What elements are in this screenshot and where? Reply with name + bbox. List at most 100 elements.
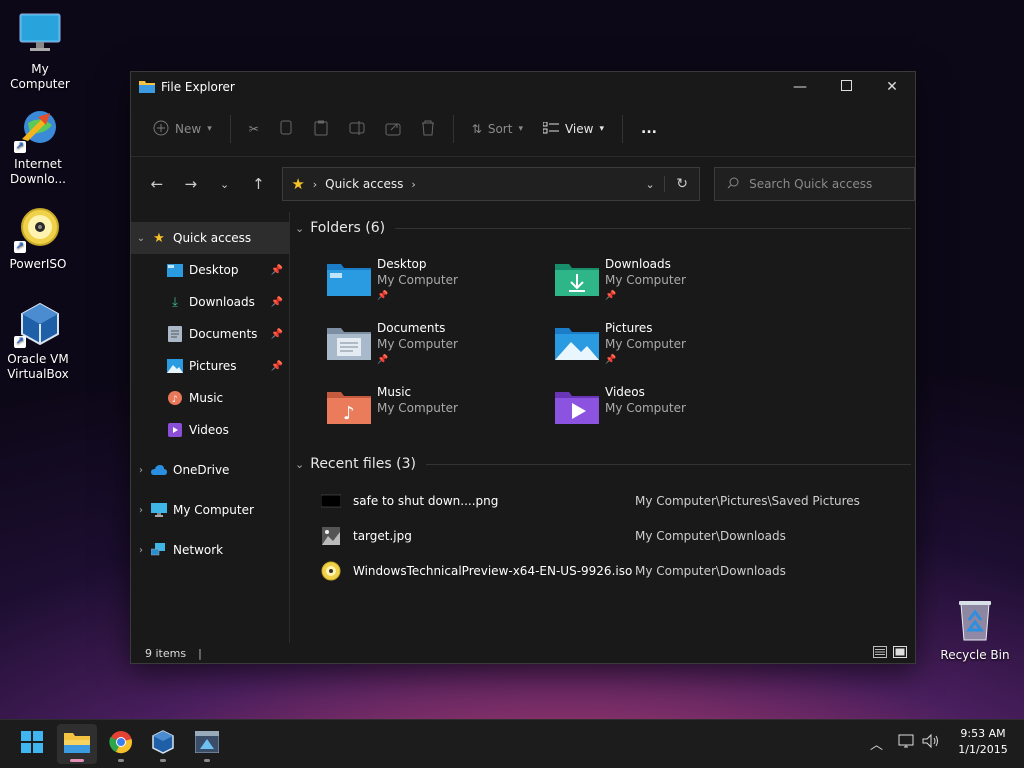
section-title: Recent files (3) bbox=[310, 456, 416, 472]
title-bar[interactable]: File Explorer — ✕ bbox=[131, 72, 915, 102]
minimize-icon: — bbox=[793, 79, 807, 95]
folder-tile-downloads[interactable]: Downloads My Computer 📌 bbox=[555, 256, 775, 312]
address-bar[interactable]: ★ › Quick access › ⌄ ↻ bbox=[282, 167, 701, 201]
nav-my-computer[interactable]: › My Computer bbox=[131, 494, 289, 526]
taskbar-virtualbox[interactable] bbox=[143, 724, 183, 764]
folder-tile-desktop[interactable]: Desktop My Computer 📌 bbox=[327, 256, 547, 312]
nav-music[interactable]: ♪ Music bbox=[131, 382, 289, 414]
search-input[interactable]: Search Quick access bbox=[714, 167, 915, 201]
folder-tile-documents[interactable]: Documents My Computer 📌 bbox=[327, 320, 547, 376]
disc-image-icon bbox=[321, 561, 341, 581]
clock[interactable]: 9:53 AM 1/1/2015 bbox=[950, 726, 1016, 758]
chevron-right-icon: › bbox=[139, 464, 143, 476]
close-button[interactable]: ✕ bbox=[869, 72, 915, 102]
music-icon: ♪ bbox=[167, 390, 183, 406]
pin-icon: 📌 bbox=[377, 291, 389, 301]
star-icon: ★ bbox=[291, 175, 305, 193]
cut-button[interactable]: ✂ bbox=[241, 112, 267, 146]
plus-circle-icon bbox=[153, 120, 169, 139]
share-button[interactable] bbox=[377, 112, 409, 146]
folder-name: Videos bbox=[605, 385, 645, 399]
minimize-button[interactable]: — bbox=[777, 72, 823, 102]
pin-icon: 📌 bbox=[605, 291, 617, 301]
view-button[interactable]: View ▾ bbox=[535, 112, 612, 146]
refresh-button[interactable]: ↻ bbox=[664, 176, 699, 192]
recent-files-section-header[interactable]: ⌄ Recent files (3) bbox=[295, 450, 913, 478]
chevron-down-icon: ▾ bbox=[599, 124, 604, 134]
svg-text:♪: ♪ bbox=[172, 395, 178, 405]
nav-label: Quick access bbox=[173, 231, 252, 245]
maximize-button[interactable] bbox=[823, 72, 869, 102]
pin-icon: 📌 bbox=[270, 264, 283, 276]
recent-locations-button[interactable]: ⌄ bbox=[209, 168, 241, 200]
taskbar-chrome[interactable] bbox=[101, 724, 141, 764]
monitor-icon bbox=[16, 10, 64, 58]
nav-label: My Computer bbox=[173, 503, 254, 517]
clipboard-icon bbox=[313, 120, 329, 139]
nav-label: Downloads bbox=[189, 295, 255, 309]
nav-network[interactable]: › Network bbox=[131, 534, 289, 566]
copy-icon bbox=[279, 120, 293, 139]
chevron-right-icon: › bbox=[139, 504, 143, 516]
desktop-icon-poweriso[interactable]: ↗ PowerISO bbox=[0, 205, 78, 272]
nav-videos[interactable]: Videos bbox=[131, 414, 289, 446]
recent-file-row[interactable]: WindowsTechnicalPreview-x64-EN-US-9926.i… bbox=[321, 554, 911, 588]
desktop-icon-virtualbox[interactable]: ↗ Oracle VM VirtualBox bbox=[0, 300, 78, 382]
folder-tile-pictures[interactable]: Pictures My Computer 📌 bbox=[555, 320, 775, 376]
address-dropdown-button[interactable]: ⌄ bbox=[636, 178, 664, 191]
nav-label: Pictures bbox=[189, 359, 237, 373]
folder-icon bbox=[64, 731, 90, 757]
more-options-button[interactable]: ... bbox=[633, 112, 665, 146]
running-indicator bbox=[160, 759, 166, 762]
folder-tile-music[interactable]: ♪ Music My Computer bbox=[327, 384, 547, 440]
details-view-button[interactable] bbox=[873, 645, 887, 661]
running-indicator bbox=[118, 759, 124, 762]
maximize-icon bbox=[840, 79, 852, 95]
breadcrumb-location[interactable]: Quick access bbox=[325, 177, 403, 191]
scissors-icon: ✂ bbox=[248, 122, 259, 136]
taskbar-file-explorer[interactable] bbox=[57, 724, 97, 764]
nav-desktop[interactable]: Desktop 📌 bbox=[131, 254, 289, 286]
start-button[interactable] bbox=[12, 724, 52, 764]
back-button[interactable]: ← bbox=[141, 168, 173, 200]
clock-time: 9:53 AM bbox=[960, 727, 1006, 740]
star-icon: ★ bbox=[153, 230, 165, 246]
desktop-icon-recycle-bin[interactable]: Recycle Bin bbox=[935, 596, 1015, 663]
view-list-icon bbox=[542, 121, 559, 137]
network-status-button[interactable] bbox=[898, 734, 916, 754]
delete-button[interactable] bbox=[413, 112, 443, 146]
tiles-view-button[interactable] bbox=[893, 645, 907, 661]
desktop-icon-label: My Computer bbox=[10, 62, 70, 91]
copy-button[interactable] bbox=[271, 112, 301, 146]
recent-file-row[interactable]: target.jpg My Computer\Downloads bbox=[321, 519, 911, 553]
volume-button[interactable] bbox=[922, 733, 940, 753]
recent-file-row[interactable]: safe to shut down....png My Computer\Pic… bbox=[320, 484, 911, 518]
nav-label: Network bbox=[173, 543, 224, 557]
forward-button[interactable]: → bbox=[175, 168, 207, 200]
taskbar-app[interactable] bbox=[187, 724, 227, 764]
nav-quick-access[interactable]: ⌄ ★ Quick access bbox=[131, 222, 289, 254]
nav-label: Documents bbox=[189, 327, 258, 341]
chrome-icon bbox=[109, 730, 133, 758]
folder-tile-videos[interactable]: Videos My Computer bbox=[555, 384, 775, 440]
rename-button[interactable] bbox=[341, 112, 373, 146]
pin-icon: 📌 bbox=[270, 360, 283, 372]
nav-pictures[interactable]: Pictures 📌 bbox=[131, 350, 289, 382]
more-icon: ... bbox=[641, 121, 657, 137]
recent-file-path: My Computer\Pictures\Saved Pictures bbox=[635, 494, 860, 508]
desktop-icon-label: Recycle Bin bbox=[940, 648, 1010, 662]
desktop-icon-my-computer[interactable]: My Computer bbox=[0, 10, 80, 92]
nav-downloads[interactable]: ⤓ Downloads 📌 bbox=[131, 286, 289, 318]
nav-documents[interactable]: Documents 📌 bbox=[131, 318, 289, 350]
up-button[interactable]: ↑ bbox=[242, 168, 274, 200]
arrow-right-icon: → bbox=[184, 175, 198, 193]
new-button[interactable]: New ▾ bbox=[145, 112, 220, 146]
folders-section-header[interactable]: ⌄ Folders (6) bbox=[295, 214, 913, 242]
png-image-icon bbox=[320, 491, 342, 511]
show-hidden-icons-button[interactable]: ︿ bbox=[870, 734, 883, 753]
paste-button[interactable] bbox=[305, 112, 337, 146]
status-divider: | bbox=[198, 646, 202, 660]
sort-button[interactable]: ⇅ Sort ▾ bbox=[464, 112, 531, 146]
nav-onedrive[interactable]: › OneDrive bbox=[131, 454, 289, 486]
desktop-icon-internet-download-manager[interactable]: ↗ Internet Downlo... bbox=[0, 105, 78, 187]
